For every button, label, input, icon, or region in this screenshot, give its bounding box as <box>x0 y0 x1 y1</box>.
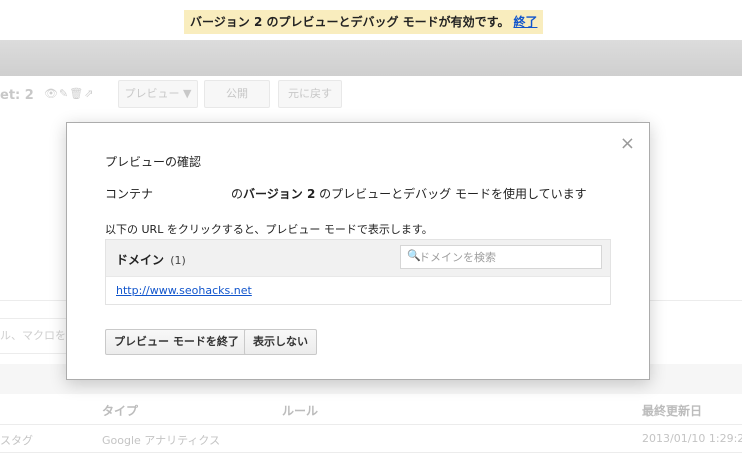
dialog-instruction: 以下の URL をクリックすると、プレビュー モードで表示します。 <box>105 223 433 236</box>
background-search-input[interactable]: ル、マクロを検 <box>0 318 73 354</box>
table-divider <box>0 452 742 453</box>
desc-mid: の <box>231 187 244 201</box>
column-header-updated[interactable]: 最終更新日 <box>642 402 702 419</box>
desc-prefix: コンテナ <box>105 187 154 201</box>
row-type: Google アナリティクス <box>102 434 221 447</box>
hide-button[interactable]: 表示しない <box>244 329 317 355</box>
preview-dropdown-button[interactable]: プレビュー ▼ <box>118 80 198 108</box>
eye-icon[interactable]: 👁 <box>44 87 59 100</box>
domain-panel: ドメイン (1) 🔍 http://www.seohacks.net <box>105 239 611 305</box>
end-preview-link[interactable]: 終了 <box>513 15 537 29</box>
end-preview-button[interactable]: プレビュー モードを終了 <box>105 329 248 355</box>
share-icon[interactable]: ⇗ <box>84 87 94 100</box>
domain-count: (1) <box>170 254 186 267</box>
column-header-type[interactable]: タイプ <box>102 402 138 419</box>
preview-mode-notice-text: バージョン 2 のプレビューとデバッグ モードが有効です。 <box>190 15 510 29</box>
pencil-icon[interactable]: ✎ <box>59 87 69 100</box>
dialog-description: コンテナ のバージョン 2 のプレビューとデバッグ モードを使用しています <box>105 185 587 202</box>
table-divider <box>0 424 742 425</box>
version-actions: 👁✎🗑⇗ <box>44 87 94 100</box>
version-label: バージョン 2 <box>243 187 316 201</box>
preview-confirm-dialog: × プレビューの確認 コンテナ のバージョン 2 のプレビューとデバッグ モードを… <box>66 122 650 380</box>
domain-search-input[interactable] <box>419 248 597 266</box>
row-updated: 2013/01/10 1:29:2 <box>642 432 742 445</box>
dialog-title: プレビューの確認 <box>105 155 202 169</box>
domain-link[interactable]: http://www.seohacks.net <box>116 284 252 297</box>
row-name[interactable]: スタグ <box>0 432 33 448</box>
preview-mode-notice: バージョン 2 のプレビューとデバッグ モードが有効です。 終了 <box>184 10 544 34</box>
domain-search-box[interactable]: 🔍 <box>400 245 602 269</box>
close-icon[interactable]: × <box>620 133 635 154</box>
background-toolbar: et: 2 👁✎🗑⇗ プレビュー ▼ 公開 元に戻す <box>0 80 742 110</box>
trash-icon[interactable]: 🗑 <box>69 87 84 100</box>
domain-title-label: ドメイン <box>116 253 165 267</box>
header-band <box>0 40 742 76</box>
container-version-title: et: 2 <box>0 88 34 103</box>
desc-suffix: のプレビューとデバッグ モードを使用しています <box>319 187 587 201</box>
revert-button[interactable]: 元に戻す <box>278 80 342 108</box>
domain-panel-header: ドメイン (1) 🔍 <box>106 240 610 277</box>
column-header-rule[interactable]: ルール <box>282 402 318 419</box>
domain-title: ドメイン (1) <box>116 251 186 268</box>
publish-button[interactable]: 公開 <box>204 80 270 108</box>
